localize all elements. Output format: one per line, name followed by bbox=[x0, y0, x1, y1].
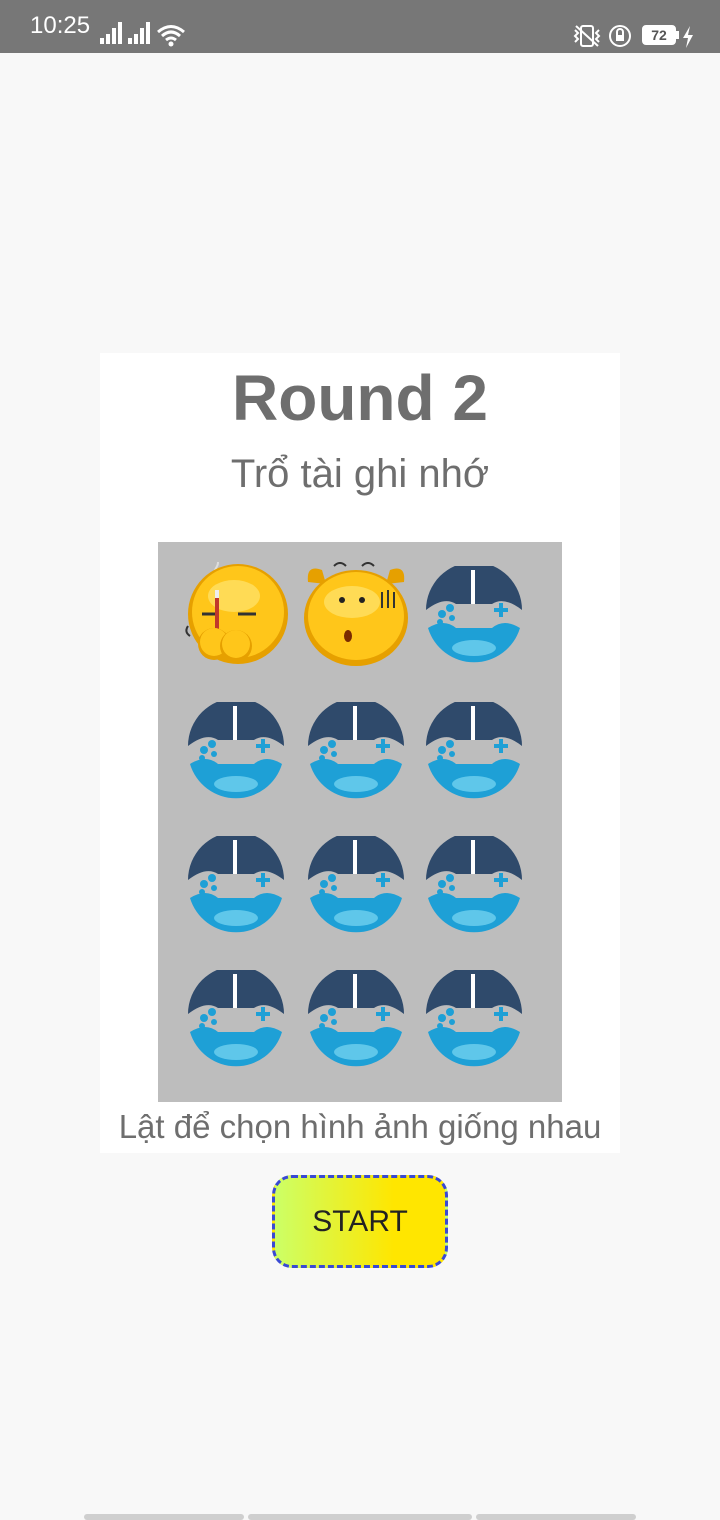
memory-tile[interactable] bbox=[424, 562, 528, 670]
memory-tile-surprised-emoji[interactable] bbox=[302, 562, 408, 666]
memory-tile[interactable] bbox=[424, 966, 528, 1074]
gamepad-card-back-icon bbox=[188, 698, 284, 799]
smoking-emoji-icon bbox=[185, 557, 288, 664]
battery-icon: 72 bbox=[642, 25, 676, 45]
gamepad-card-back-icon bbox=[308, 966, 404, 1067]
gamepad-card-back-icon bbox=[188, 966, 284, 1067]
nav-recents-button[interactable] bbox=[84, 1514, 244, 1520]
memory-tile[interactable] bbox=[424, 698, 528, 806]
gamepad-card-back-icon bbox=[308, 698, 404, 799]
nav-home-button[interactable] bbox=[248, 1514, 472, 1520]
battery-tip bbox=[676, 31, 679, 39]
memory-tile[interactable] bbox=[306, 832, 410, 940]
gamepad-card-back-icon bbox=[426, 832, 522, 933]
memory-tile[interactable] bbox=[306, 698, 410, 806]
game-subtitle: Trổ tài ghi nhớ bbox=[230, 452, 490, 496]
vibrate-icon bbox=[573, 25, 601, 47]
status-time: 10:25 bbox=[30, 12, 91, 39]
memory-tile[interactable] bbox=[186, 966, 290, 1074]
rotation-lock-icon bbox=[609, 25, 631, 47]
status-bar: 10:25 72 bbox=[0, 0, 720, 53]
memory-tile[interactable] bbox=[186, 832, 290, 940]
gamepad-card-back-icon bbox=[308, 832, 404, 933]
round-title: Round 2 bbox=[232, 362, 488, 434]
memory-tile-smoking-emoji[interactable] bbox=[182, 557, 288, 666]
gamepad-card-back-icon bbox=[426, 562, 522, 663]
gamepad-card-back-icon bbox=[426, 698, 522, 799]
nav-back-button[interactable] bbox=[476, 1514, 636, 1520]
signal-icon bbox=[100, 22, 122, 44]
charging-icon bbox=[683, 26, 693, 48]
surprised-emoji-icon bbox=[304, 562, 408, 666]
gamepad-card-back-icon bbox=[426, 966, 522, 1067]
memory-tile[interactable] bbox=[424, 832, 528, 940]
navigation-bar bbox=[84, 1514, 636, 1520]
gamepad-card-back-icon bbox=[188, 832, 284, 933]
start-button[interactable]: START bbox=[272, 1175, 448, 1268]
memory-board bbox=[158, 542, 562, 1102]
wifi-icon bbox=[157, 25, 185, 47]
memory-tile[interactable] bbox=[306, 966, 410, 1074]
instruction-text: Lật để chọn hình ảnh giống nhau bbox=[118, 1108, 602, 1145]
signal-icon-2 bbox=[128, 22, 150, 44]
memory-tile[interactable] bbox=[186, 698, 290, 806]
